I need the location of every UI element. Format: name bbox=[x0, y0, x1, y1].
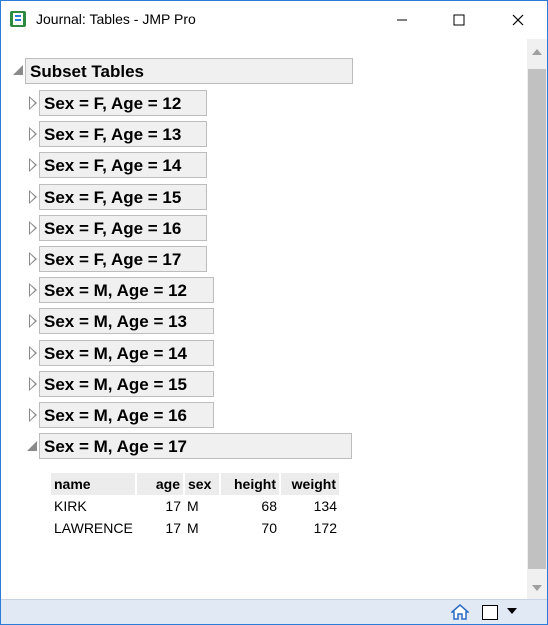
title-bar[interactable]: Journal: Tables - JMP Pro bbox=[1, 1, 547, 39]
maximize-icon bbox=[453, 14, 465, 26]
disclosure-open-icon[interactable] bbox=[13, 65, 23, 75]
outline-header-subset[interactable]: Sex = F, Age = 17 bbox=[39, 246, 207, 272]
outline-header-subset[interactable]: Sex = M, Age = 14 bbox=[39, 339, 214, 366]
vertical-scrollbar[interactable] bbox=[527, 39, 547, 599]
outline-header-subset[interactable]: Sex = M, Age = 12 bbox=[39, 277, 214, 304]
dropdown-arrow-icon[interactable] bbox=[506, 607, 518, 615]
disclosure-open-icon[interactable] bbox=[27, 441, 37, 452]
window-title: Journal: Tables - JMP Pro bbox=[36, 11, 196, 27]
outline-header-subset[interactable]: Sex = M, Age = 13 bbox=[39, 308, 214, 335]
outline-header-subset[interactable]: Sex = M, Age = 16 bbox=[39, 402, 214, 428]
disclosure-closed-icon[interactable] bbox=[29, 345, 37, 360]
outline-header-subset[interactable]: Sex = M, Age = 15 bbox=[39, 370, 214, 397]
disclosure-closed-icon[interactable] bbox=[29, 127, 37, 142]
cell-height: 68 bbox=[261, 498, 277, 514]
jmp-journal-icon bbox=[10, 11, 26, 27]
close-button[interactable] bbox=[495, 1, 541, 39]
outline-header-subset-tables[interactable]: Subset Tables bbox=[25, 58, 353, 84]
table-row[interactable]: LAWRENCE 17 M 70 172 bbox=[51, 517, 340, 539]
cell-sex: M bbox=[187, 520, 199, 536]
disclosure-closed-icon[interactable] bbox=[29, 314, 37, 329]
app-window: Journal: Tables - JMP Pro Subset Tables … bbox=[0, 0, 548, 625]
scroll-up-icon[interactable] bbox=[532, 49, 542, 55]
outline-header-subset[interactable]: Sex = F, Age = 15 bbox=[39, 183, 207, 210]
scrollbar-thumb[interactable] bbox=[528, 69, 546, 569]
outline-header-subset[interactable]: Sex = F, Age = 13 bbox=[39, 121, 207, 148]
column-header-age[interactable]: age bbox=[136, 473, 185, 495]
minimize-icon bbox=[397, 19, 407, 21]
cell-sex: M bbox=[187, 498, 199, 514]
table-header-row: name age sex height weight bbox=[51, 473, 341, 495]
table-row[interactable]: KIRK 17 M 68 134 bbox=[51, 495, 340, 517]
outline-header-subset[interactable]: Sex = M, Age = 17 bbox=[39, 433, 352, 460]
cell-age: 17 bbox=[165, 520, 181, 536]
disclosure-closed-icon[interactable] bbox=[29, 252, 37, 266]
column-header-sex[interactable]: sex bbox=[184, 473, 221, 495]
cell-name: KIRK bbox=[54, 498, 87, 514]
outline-header-subset[interactable]: Sex = F, Age = 16 bbox=[39, 214, 207, 241]
disclosure-closed-icon[interactable] bbox=[29, 376, 37, 391]
disclosure-closed-icon[interactable] bbox=[29, 96, 37, 110]
cell-weight: 134 bbox=[313, 498, 337, 514]
disclosure-closed-icon[interactable] bbox=[29, 189, 37, 204]
scroll-down-icon[interactable] bbox=[532, 585, 542, 591]
outline-header-subset[interactable]: Sex = F, Age = 12 bbox=[39, 90, 207, 116]
cell-age: 17 bbox=[165, 498, 181, 514]
disclosure-closed-icon[interactable] bbox=[29, 408, 37, 422]
home-icon[interactable] bbox=[451, 604, 469, 620]
disclosure-closed-icon[interactable] bbox=[29, 158, 37, 173]
column-header-height[interactable]: height bbox=[220, 473, 281, 495]
maximize-button[interactable] bbox=[436, 1, 482, 39]
cell-height: 70 bbox=[261, 520, 277, 536]
cell-name: LAWRENCE bbox=[54, 520, 133, 536]
data-table: name age sex height weight KIRK 17 M 68 … bbox=[51, 473, 341, 539]
status-bar bbox=[1, 599, 547, 624]
disclosure-closed-icon[interactable] bbox=[29, 283, 37, 298]
outline-header-subset[interactable]: Sex = F, Age = 14 bbox=[39, 152, 207, 179]
cell-weight: 172 bbox=[313, 520, 337, 536]
disclosure-closed-icon[interactable] bbox=[29, 220, 37, 235]
close-icon bbox=[512, 14, 524, 26]
column-header-name[interactable]: name bbox=[51, 473, 137, 495]
minimize-button[interactable] bbox=[379, 1, 425, 39]
window-layout-icon[interactable] bbox=[482, 605, 498, 620]
journal-content: Subset Tables Sex = F, Age = 12 Sex = F, … bbox=[1, 39, 527, 599]
column-header-weight[interactable]: weight bbox=[280, 473, 341, 495]
